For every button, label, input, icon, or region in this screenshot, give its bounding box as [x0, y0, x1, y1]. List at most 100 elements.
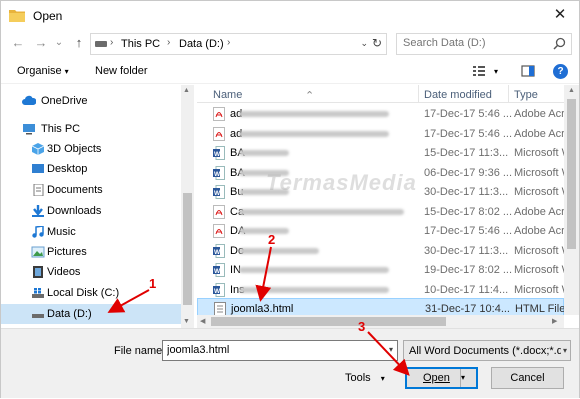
- sidebar-item-3d-objects[interactable]: 3D Objects: [1, 139, 181, 159]
- sidebar-item-desktop[interactable]: Desktop: [1, 159, 181, 179]
- recent-locations-icon[interactable]: ⌄: [51, 35, 67, 51]
- sidebar-item-label: Videos: [47, 266, 81, 278]
- close-icon[interactable]: ✕: [549, 5, 571, 25]
- file-type-select[interactable]: All Word Documents (*.docx;*.d ▾: [403, 340, 571, 361]
- scroll-up-icon[interactable]: ▲: [183, 87, 190, 94]
- dialog-title: Open: [33, 9, 63, 23]
- tools-menu-button[interactable]: Tools ▾: [345, 372, 385, 384]
- view-dropdown-icon[interactable]: ▾: [494, 67, 498, 76]
- file-name: joomla3.html: [231, 303, 294, 315]
- sidebar-item-music[interactable]: Music: [1, 222, 181, 242]
- cancel-button[interactable]: Cancel: [491, 367, 564, 389]
- column-header-type[interactable]: Type: [514, 89, 538, 101]
- open-dialog: Open ✕ ← → ⌄ ↑ › This PC › Data (D:) › ⌄…: [0, 0, 580, 398]
- sidebar-item-label: Documents: [47, 184, 103, 196]
- file-date: 10-Dec-17 11:4...: [424, 283, 509, 296]
- chevron-down-icon[interactable]: ▾: [389, 345, 393, 354]
- search-input[interactable]: [403, 37, 543, 49]
- search-box[interactable]: [396, 33, 572, 55]
- folder-icon: [9, 10, 25, 22]
- download-icon: [32, 205, 44, 217]
- open-label: Open: [423, 372, 450, 384]
- blurred-file-name: [239, 247, 319, 254]
- pdf-icon: [213, 204, 225, 219]
- refresh-icon[interactable]: ↻: [372, 36, 382, 50]
- sidebar-item-this-pc[interactable]: This PC: [1, 119, 181, 139]
- svg-text:W: W: [214, 151, 221, 158]
- chevron-down-icon[interactable]: ▾: [560, 346, 567, 355]
- document-icon: [33, 184, 44, 196]
- address-dropdown-icon[interactable]: ⌄: [360, 38, 368, 49]
- file-date: 19-Dec-17 8:02 ...: [424, 264, 513, 276]
- sidebar-item-downloads[interactable]: Downloads: [1, 201, 181, 221]
- file-row[interactable]: W Do 30-Dec-17 11:3... Microsoft W: [197, 241, 572, 262]
- sidebar-item-label: Data (D:): [47, 308, 92, 320]
- organise-label: Organise: [17, 65, 62, 77]
- file-row[interactable]: Ca 15-Dec-17 8:02 ... Adobe Acrob: [197, 202, 577, 223]
- forward-arrow-icon[interactable]: →: [33, 35, 49, 51]
- svg-text:W: W: [214, 288, 221, 295]
- open-button[interactable]: Open ▾: [405, 367, 478, 389]
- drive-icon: [32, 314, 44, 318]
- file-name-input[interactable]: [167, 344, 377, 356]
- view-options-icon[interactable]: [472, 64, 486, 78]
- file-list-horizontal-scrollbar[interactable]: ◀ ▶: [197, 315, 564, 328]
- sidebar-item-label: OneDrive: [41, 95, 88, 107]
- file-date: 17-Dec-17 5:46 ...: [424, 127, 513, 140]
- file-date: 17-Dec-17 5:46 ...: [424, 225, 513, 237]
- file-row[interactable]: ad 17-Dec-17 5:46 ... Adobe Acrob: [197, 104, 577, 125]
- music-icon: [32, 226, 44, 238]
- step-1-label: 1: [149, 276, 157, 291]
- file-row[interactable]: W IN 19-Dec-17 8:02 ... Microsoft W: [197, 260, 572, 281]
- computer-icon: [23, 124, 35, 135]
- sidebar-item-label: Downloads: [47, 205, 102, 217]
- breadcrumb-this-pc[interactable]: This PC: [121, 38, 160, 50]
- help-icon[interactable]: ?: [553, 64, 568, 79]
- column-header-name[interactable]: Name: [213, 89, 242, 101]
- file-row[interactable]: ad 17-Dec-17 5:46 ... Adobe Acrob: [197, 124, 577, 145]
- preview-pane-icon[interactable]: [521, 64, 535, 78]
- new-folder-button[interactable]: New folder: [95, 65, 148, 77]
- sidebar-item-documents[interactable]: Documents: [1, 180, 181, 200]
- file-name-label: File name:: [114, 345, 166, 357]
- word-icon: W: [213, 165, 225, 180]
- sidebar-item-label: Local Disk (C:): [47, 287, 120, 299]
- scroll-up-icon[interactable]: ▲: [568, 87, 575, 94]
- open-dropdown-icon[interactable]: ▾: [460, 369, 476, 387]
- breadcrumb-data-d[interactable]: Data (D:): [179, 38, 224, 50]
- step-2-label: 2: [268, 232, 276, 247]
- html-file-icon: [214, 302, 226, 316]
- scrollbar-thumb[interactable]: [567, 99, 576, 249]
- file-name-field[interactable]: ▾: [162, 340, 398, 361]
- tools-label: Tools: [345, 372, 371, 384]
- address-bar[interactable]: › This PC › Data (D:) › ⌄ ↻: [90, 33, 387, 55]
- file-row[interactable]: DA 17-Dec-17 5:46 ... Adobe Acrob: [197, 221, 577, 242]
- scroll-left-icon[interactable]: ◀: [200, 317, 205, 325]
- word-icon: W: [213, 185, 225, 199]
- up-arrow-icon[interactable]: ↑: [71, 35, 87, 51]
- file-date: 31-Dec-17 10:4...: [425, 303, 510, 315]
- back-arrow-icon[interactable]: ←: [10, 35, 26, 51]
- file-date: 30-Dec-17 11:3...: [424, 186, 509, 198]
- sidebar-item-onedrive[interactable]: OneDrive: [1, 91, 181, 111]
- file-date: 30-Dec-17 11:3...: [424, 244, 509, 257]
- file-row[interactable]: W BA 15-Dec-17 11:3... Microsoft W: [197, 143, 572, 164]
- sidebar-item-label: Music: [47, 226, 76, 238]
- column-headers: ⌃ Name Date modified Type: [197, 85, 564, 103]
- organise-button[interactable]: Organise ▾: [17, 65, 69, 77]
- navigation-pane: OneDrive This PC 3D Objects Desktop Docu…: [1, 85, 194, 328]
- scroll-right-icon[interactable]: ▶: [552, 317, 557, 325]
- scrollbar-thumb[interactable]: [211, 317, 446, 326]
- search-icon[interactable]: [553, 37, 566, 50]
- pdf-icon: [213, 126, 225, 141]
- word-icon: W: [213, 146, 225, 160]
- navigation-scrollbar[interactable]: ▲ ▼: [181, 85, 194, 328]
- sidebar-item-data-d[interactable]: Data (D:): [1, 304, 181, 324]
- file-list-scrollbar[interactable]: ▲: [564, 85, 579, 315]
- sidebar-item-label: 3D Objects: [47, 143, 102, 155]
- file-type: HTML File: [515, 303, 566, 315]
- scrollbar-thumb[interactable]: [183, 193, 192, 305]
- scroll-down-icon[interactable]: ▼: [183, 318, 190, 325]
- column-header-date[interactable]: Date modified: [424, 89, 492, 101]
- sidebar-item-pictures[interactable]: Pictures: [1, 242, 181, 262]
